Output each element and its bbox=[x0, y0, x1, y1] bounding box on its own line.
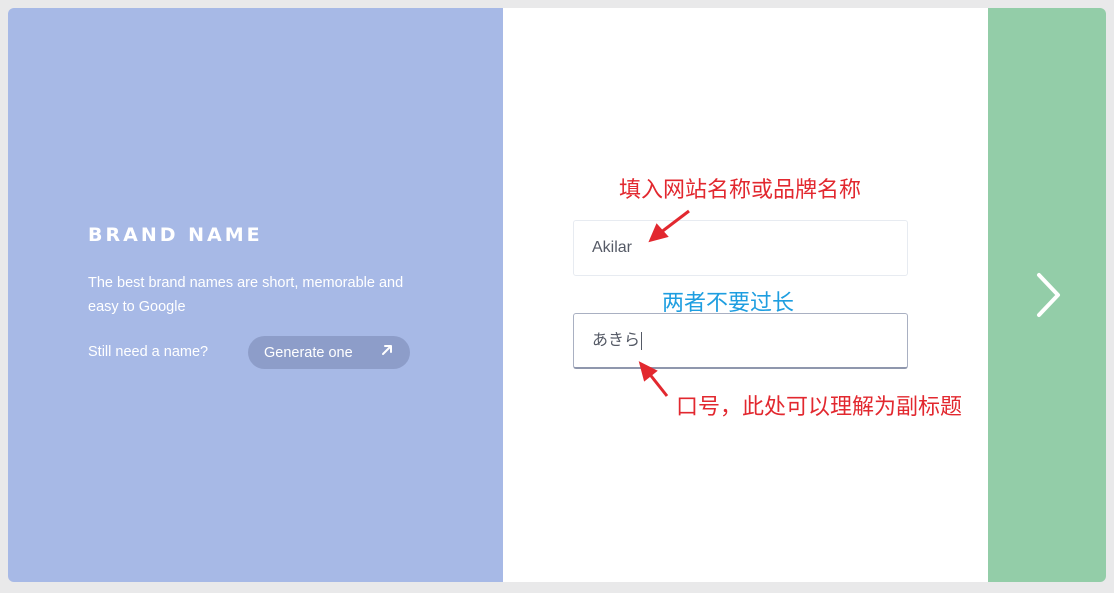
annotation-name-note: 填入网站名称或品牌名称 bbox=[619, 178, 862, 203]
annotation-length-note: 两者不要过长 bbox=[662, 291, 795, 316]
brand-setup-stage: BRAND NAME The best brand names are shor… bbox=[0, 0, 1114, 593]
annotation-slogan-note: 口号，此处可以理解为副标题 bbox=[676, 395, 963, 420]
annotation-arrowhead-name bbox=[648, 223, 669, 243]
annotation-arrows bbox=[638, 209, 690, 397]
annotation-arrow-name bbox=[659, 209, 690, 235]
